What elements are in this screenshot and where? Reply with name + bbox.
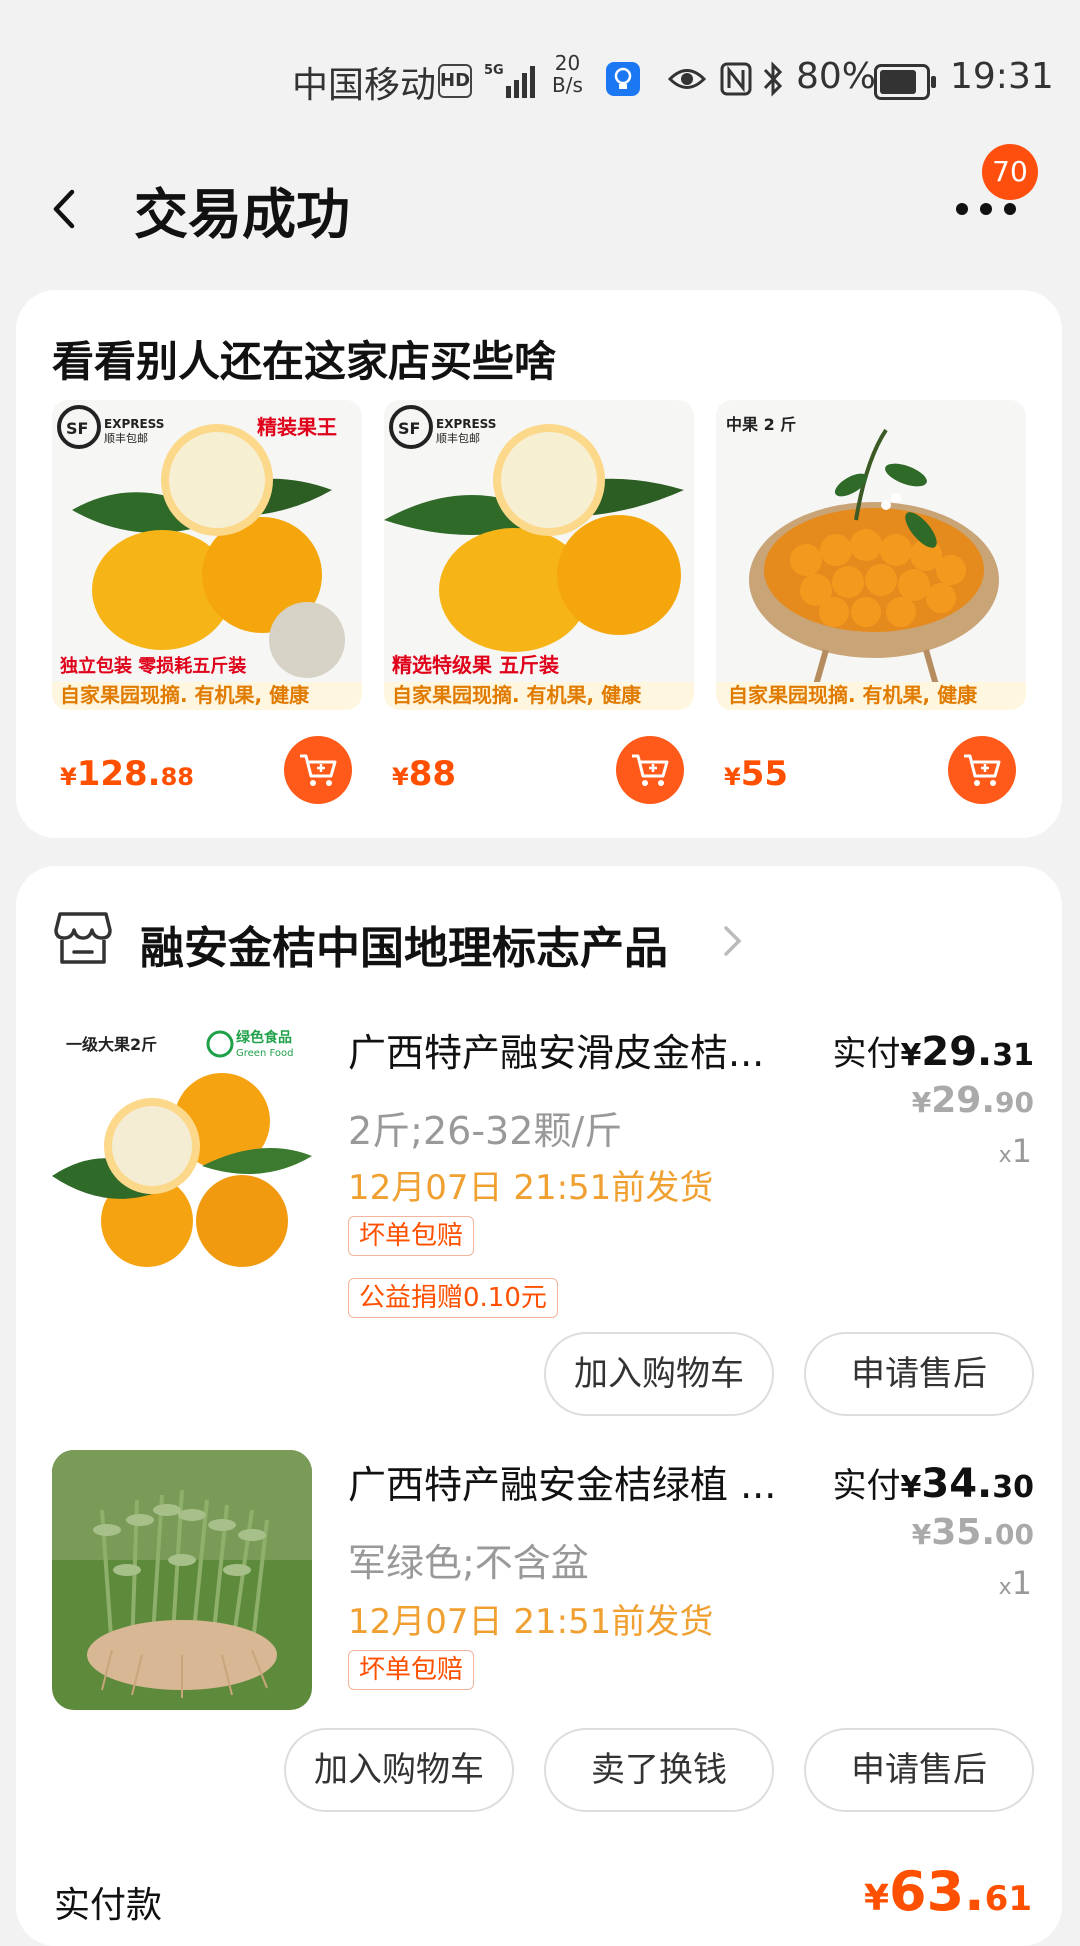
- add-to-cart-button[interactable]: 加入购物车: [544, 1332, 774, 1416]
- battery-icon: [874, 64, 936, 100]
- page-title: 交易成功: [134, 183, 350, 246]
- svg-text:5G: 5G: [484, 63, 504, 78]
- eye-icon: [668, 69, 706, 89]
- cart-icon: [300, 754, 337, 786]
- brand-sub-label: 顺丰包邮: [104, 432, 148, 445]
- notification-badge: 70: [982, 144, 1038, 200]
- recommend-title: 看看别人还在这家店买些啥: [52, 337, 557, 386]
- image-caption-top: 精装果王: [257, 415, 337, 439]
- product-price: ¥55: [724, 754, 789, 794]
- product-sku: 军绿色;不含盆: [348, 1541, 589, 1585]
- add-to-cart-button[interactable]: 加入购物车: [284, 1728, 514, 1812]
- product-image[interactable]: 一级大果2斤 绿色食品 Green Food: [52, 1016, 312, 1276]
- net-speed-unit: B/s: [552, 73, 583, 97]
- recommend-card: 看看别人还在这家店买些啥 SF EXPRESS 顺丰包邮 精装果王 独立包装 零…: [16, 290, 1062, 838]
- store-name[interactable]: 融安金桔中国地理标志产品: [140, 912, 668, 976]
- add-to-cart-button[interactable]: [616, 736, 684, 804]
- brand-sub-label: 顺丰包邮: [436, 432, 480, 445]
- image-caption-left: 一级大果2斤: [66, 1035, 157, 1054]
- lightbulb-icon: [606, 62, 640, 96]
- product-image[interactable]: SF EXPRESS 顺丰包邮 精选特级果 五斤装 自家果园现摘. 有机果, 健…: [384, 400, 694, 710]
- original-price: ¥35.00: [911, 1512, 1034, 1553]
- store-icon: [54, 912, 112, 964]
- brand-label: EXPRESS: [436, 417, 496, 431]
- quantity: x1: [998, 1132, 1032, 1170]
- header: 交易成功 70: [0, 140, 1080, 270]
- image-caption-bottom: 自家果园现摘. 有机果, 健康: [60, 683, 310, 707]
- order-card: 融安金桔中国地理标志产品 一级大果2斤 绿色食品 Green Food 广西特产…: [16, 866, 1062, 1946]
- product-title[interactable]: 广西特产融安金桔绿植 ...: [348, 1454, 818, 1509]
- recommend-item[interactable]: SF EXPRESS 顺丰包邮 精选特级果 五斤装 自家果园现摘. 有机果, 健…: [384, 400, 694, 820]
- product-image[interactable]: SF EXPRESS 顺丰包邮 精装果王 独立包装 零损耗五斤装 自家果园现摘.…: [52, 400, 362, 710]
- add-to-cart-button[interactable]: [948, 736, 1016, 804]
- product-image[interactable]: 中果 2 斤 自家果园现摘. 有机果, 健康: [716, 400, 1026, 710]
- bluetooth-icon: [763, 61, 783, 97]
- image-caption-bottom: 自家果园现摘. 有机果, 健康: [392, 683, 642, 707]
- battery-percent: 80%: [796, 56, 877, 97]
- total-price: ¥63.61: [863, 1860, 1032, 1923]
- nfc-icon: [720, 62, 752, 96]
- product-price: ¥128.88: [60, 754, 194, 794]
- product-title[interactable]: 广西特产融安滑皮金桔...: [348, 1022, 818, 1077]
- resell-button[interactable]: 卖了换钱: [544, 1728, 774, 1812]
- guarantee-tag: 坏单包赔: [348, 1216, 475, 1256]
- cart-icon: [632, 754, 669, 786]
- recommend-item[interactable]: 中果 2 斤 自家果园现摘. 有机果, 健康 ¥55: [716, 400, 1026, 820]
- paid-price: 实付¥34.30: [832, 1461, 1034, 1507]
- total-label: 实付款: [54, 1885, 163, 1926]
- back-icon[interactable]: [44, 184, 84, 234]
- after-sales-button[interactable]: 申请售后: [804, 1728, 1034, 1812]
- image-caption-mid: 独立包装 零损耗五斤装: [60, 655, 246, 677]
- clock: 19:31: [950, 56, 1054, 97]
- product-sku: 2斤;26-32颗/斤: [348, 1109, 623, 1153]
- image-caption-mid: 精选特级果 五斤装: [392, 653, 559, 677]
- hd-icon: HD: [438, 64, 472, 98]
- ship-deadline: 12月07日 21:51前发货: [348, 1602, 714, 1642]
- chevron-right-icon[interactable]: [722, 924, 744, 958]
- cart-icon: [964, 754, 1001, 786]
- signal-icon: 5G: [484, 63, 535, 98]
- product-image[interactable]: [52, 1450, 312, 1710]
- svg-text:SF: SF: [66, 419, 88, 438]
- quantity: x1: [998, 1564, 1032, 1602]
- paid-price: 实付¥29.31: [832, 1029, 1034, 1075]
- image-caption-top: 中果 2 斤: [726, 415, 796, 434]
- charity-tag: 公益捐赠0.10元: [348, 1278, 558, 1318]
- image-caption-right: 绿色食品: [236, 1029, 292, 1046]
- brand-label: EXPRESS: [104, 417, 164, 431]
- recommend-item[interactable]: SF EXPRESS 顺丰包邮 精装果王 独立包装 零损耗五斤装 自家果园现摘.…: [52, 400, 362, 820]
- original-price: ¥29.90: [911, 1080, 1034, 1121]
- image-caption-right-sub: Green Food: [236, 1048, 293, 1059]
- carrier-label: 中国移动: [292, 65, 437, 106]
- add-to-cart-button[interactable]: [284, 736, 352, 804]
- product-price: ¥88: [392, 754, 457, 794]
- guarantee-tag: 坏单包赔: [348, 1650, 475, 1690]
- ship-deadline: 12月07日 21:51前发货: [348, 1168, 714, 1208]
- net-speed: 20 B/s: [552, 52, 583, 96]
- status-bar: 中国移动 HD 5G 20 B/s 80% 19:31: [0, 0, 1080, 120]
- after-sales-button[interactable]: 申请售后: [804, 1332, 1034, 1416]
- image-caption-bottom: 自家果园现摘. 有机果, 健康: [728, 683, 978, 707]
- net-speed-value: 20: [554, 51, 581, 75]
- svg-text:SF: SF: [398, 419, 420, 438]
